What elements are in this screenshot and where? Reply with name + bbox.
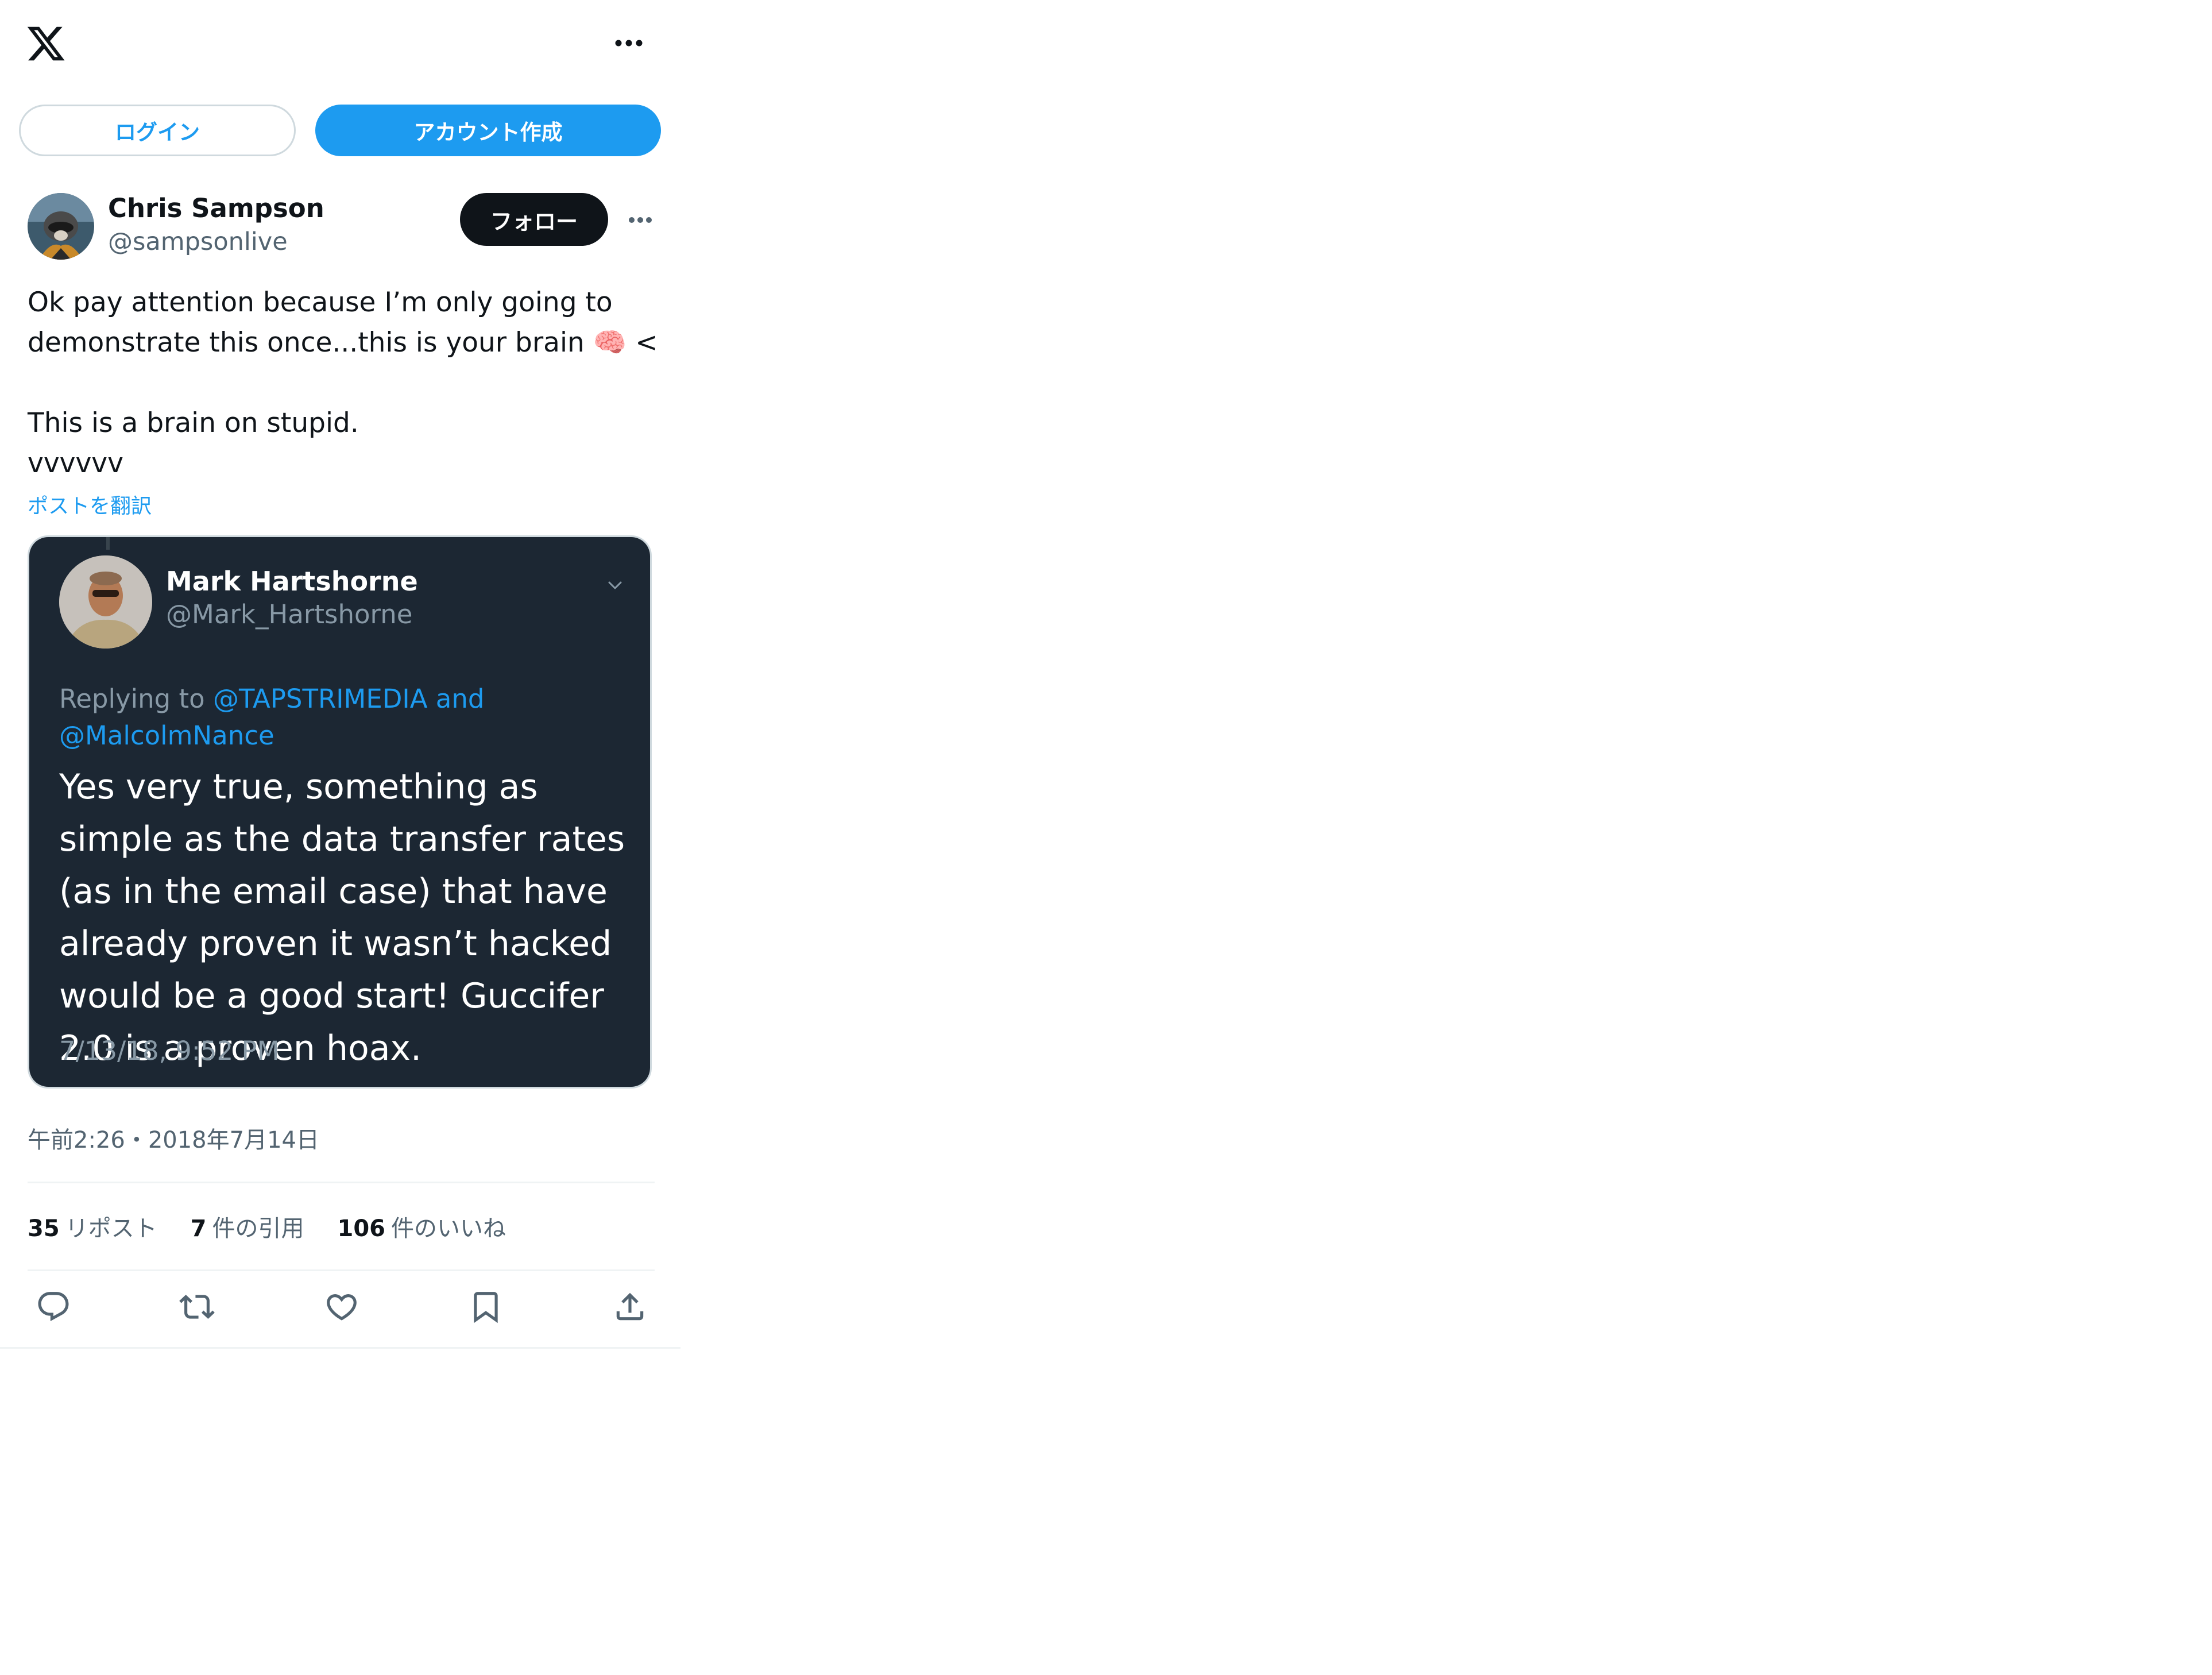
chevron-down-icon [604,574,627,597]
like-icon[interactable] [322,1287,362,1327]
quoted-author-handle: @Mark_Hartshorne [166,599,413,630]
engagement-stats: 35 リポスト 7 件の引用 106 件のいいね [28,1210,506,1243]
translate-post-link[interactable]: ポストを翻訳 [28,489,152,519]
follow-button[interactable]: フォロー [460,193,608,246]
repost-icon[interactable] [177,1287,217,1327]
quoted-author-avatar [59,555,152,649]
bookmark-icon[interactable] [466,1287,506,1327]
author-name[interactable]: Chris Sampson [108,193,324,223]
quotes-label: 件の引用 [212,1215,304,1242]
divider [28,1269,655,1271]
quotes-count: 7 [190,1215,207,1242]
post-more-icon[interactable] [620,206,660,234]
create-account-button[interactable]: アカウント作成 [315,105,661,156]
quoted-tweet-timestamp: 7/13/18, 9:52 PM [59,1036,280,1066]
replying-to-prefix: Replying to [59,684,205,714]
divider [0,1347,680,1349]
share-icon[interactable] [610,1287,650,1327]
replying-to-line: Replying to @TAPSTRIMEDIA and @MalcolmNa… [59,681,633,754]
reposts-stat[interactable]: 35 リポスト [28,1210,157,1243]
quoted-author-name: Mark Hartshorne [166,566,418,597]
login-button[interactable]: ログイン [19,105,296,156]
likes-label: 件のいいね [391,1215,506,1242]
thread-line [106,537,110,550]
post-timestamp[interactable]: 午前2:26・2018年7月14日 [28,1121,319,1155]
quotes-stat[interactable]: 7 件の引用 [191,1210,304,1243]
reply-icon[interactable] [33,1287,74,1327]
reposts-label: リポスト [65,1215,157,1242]
reposts-count: 35 [28,1215,60,1242]
post-text: Ok pay attention because I’m only going … [28,287,658,479]
author-handle[interactable]: @sampsonlive [108,227,288,256]
quoted-tweet-text: Yes very true, something as simple as th… [59,767,625,1068]
divider [28,1182,655,1183]
likes-stat[interactable]: 106 件のいいね [338,1210,506,1243]
likes-count: 106 [337,1215,386,1242]
more-options-icon[interactable] [609,29,649,57]
x-logo-icon[interactable] [25,23,67,64]
embedded-tweet-image[interactable]: Mark Hartshorne @Mark_Hartshorne Replyin… [28,535,652,1089]
author-avatar[interactable] [28,193,94,260]
